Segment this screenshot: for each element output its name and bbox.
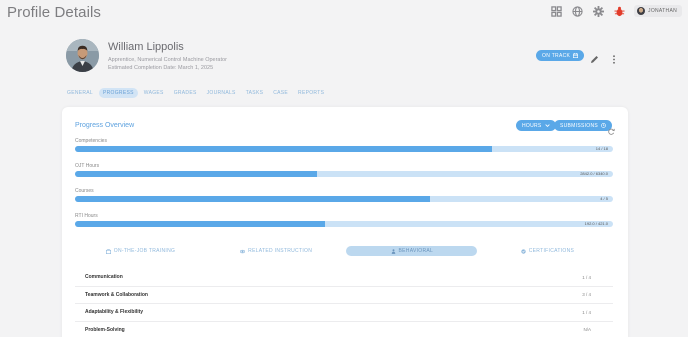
completion-date: Estimated Completion Date: March 1, 2025	[108, 65, 214, 71]
subtab-label: CERTIFICATIONS	[528, 248, 575, 254]
check-circle-icon	[521, 248, 526, 254]
progress-bar: 14 / 18	[75, 146, 613, 152]
training-subtabs: ON-THE-JOB TRAINING RELATED INSTRUCTION BE…	[75, 246, 613, 256]
hours-dropdown[interactable]: HOURS	[516, 120, 556, 131]
tab-reports[interactable]: REPORTS	[294, 88, 328, 98]
competency-score: 3 / 4	[582, 292, 591, 298]
gear-icon[interactable]	[592, 5, 604, 17]
subtab-related-instruction[interactable]: RELATED INSTRUCTION	[211, 246, 342, 256]
profile-role: Apprentice, Numerical Control Machine Op…	[108, 57, 227, 63]
progress-bar: 2842.0 / 6340.0	[75, 171, 613, 177]
chevron-down-icon	[544, 124, 550, 128]
more-vertical-icon[interactable]	[611, 51, 617, 64]
progress-bar-fill	[75, 146, 493, 152]
eye-icon	[240, 249, 246, 254]
grid-apps-icon[interactable]	[550, 5, 562, 17]
list-item[interactable]: Problem-Solving N/A	[75, 322, 613, 337]
competency-score: 1 / 4	[582, 309, 591, 315]
competency-name: Adaptability & Flexibility	[85, 309, 144, 316]
competency-name: Teamwork & Collaboration	[85, 291, 148, 298]
user-avatar	[637, 7, 646, 15]
list-item[interactable]: Communication 1 / 4	[75, 269, 613, 287]
progress-bar: 4 / 5	[75, 196, 613, 202]
progress-rti-hours: RTI Hours 192.0 / 421.0	[75, 213, 613, 227]
progress-value: 2842.0 / 6340.0	[580, 171, 608, 176]
subtab-label: BEHAVIORAL	[398, 248, 434, 254]
calendar-icon	[573, 53, 579, 58]
progress-courses: Courses 4 / 5	[75, 188, 613, 202]
progress-label: RTI Hours	[75, 213, 98, 219]
user-name: JONATHAN	[648, 8, 677, 14]
status-label: ON TRACK	[542, 52, 571, 59]
subtab-on-the-job-training[interactable]: ON-THE-JOB TRAINING	[75, 246, 206, 256]
progress-bar-fill	[75, 171, 318, 177]
list-item[interactable]: Teamwork & Collaboration 3 / 4	[75, 287, 613, 304]
tab-general[interactable]: GENERAL	[63, 88, 97, 98]
tab-grades[interactable]: GRADES	[170, 88, 201, 98]
progress-value: 192.0 / 421.0	[584, 221, 608, 226]
profile-name: William Lippolis	[108, 41, 184, 53]
progress-bar-fill	[75, 221, 326, 227]
tab-wages[interactable]: WAGES	[140, 88, 168, 98]
progress-bar: 192.0 / 421.0	[75, 221, 613, 227]
competency-score: 1 / 4	[582, 274, 591, 280]
profile-tabs: GENERAL PROGRESS WAGES GRADES JOURNALS TASKS C…	[63, 88, 328, 98]
subtab-label: ON-THE-JOB TRAINING	[113, 248, 176, 254]
subtab-certifications[interactable]: CERTIFICATIONS	[482, 246, 613, 256]
progress-value: 4 / 5	[600, 196, 608, 201]
subtab-behavioral[interactable]: BEHAVIORAL	[346, 246, 478, 256]
tab-journals[interactable]: JOURNALS	[203, 88, 240, 98]
progress-competencies: Competencies 14 / 18	[75, 138, 613, 152]
profile-details: Apprentice, Numerical Control Machine Op…	[108, 56, 227, 72]
behavioral-list: Communication 1 / 4 Teamwork & Collaborati…	[75, 269, 613, 337]
refresh-icon[interactable]	[608, 122, 615, 135]
list-item[interactable]: Adaptability & Flexibility 1 / 4	[75, 304, 613, 322]
progress-value: 14 / 18	[595, 146, 608, 151]
progress-label: Competencies	[75, 138, 107, 144]
page-title: Profile Details	[7, 4, 102, 21]
profile-avatar	[66, 39, 99, 72]
tab-tasks[interactable]: TASKS	[242, 88, 268, 98]
status-button[interactable]: ON TRACK	[536, 50, 585, 61]
edit-pencil-icon[interactable]	[590, 51, 599, 63]
globe-icon[interactable]	[571, 5, 583, 17]
progress-label: Courses	[75, 188, 94, 194]
progress-overview-card: Progress Overview HOURS SUBMISSIONS Comp…	[62, 107, 628, 337]
person-icon	[391, 248, 396, 254]
card-title: Progress Overview	[75, 122, 135, 129]
submissions-button[interactable]: SUBMISSIONS	[554, 120, 613, 131]
competency-name: Communication	[85, 274, 123, 281]
hours-label: HOURS	[522, 122, 542, 129]
subtab-label: RELATED INSTRUCTION	[248, 248, 313, 254]
clock-icon	[601, 123, 606, 128]
tab-case[interactable]: CASE	[269, 88, 292, 98]
progress-bar-fill	[75, 196, 431, 202]
progress-label: OJT Hours	[75, 163, 100, 169]
user-menu[interactable]: JONATHAN	[634, 5, 682, 17]
tab-progress[interactable]: PROGRESS	[99, 88, 138, 98]
top-toolbar: JONATHAN	[550, 5, 682, 17]
submissions-label: SUBMISSIONS	[560, 122, 599, 129]
notification-bug-icon[interactable]	[613, 5, 625, 17]
competency-name: Problem-Solving	[85, 326, 125, 333]
briefcase-icon	[105, 248, 111, 254]
competency-score: N/A	[583, 327, 591, 333]
progress-ojt-hours: OJT Hours 2842.0 / 6340.0	[75, 163, 613, 177]
